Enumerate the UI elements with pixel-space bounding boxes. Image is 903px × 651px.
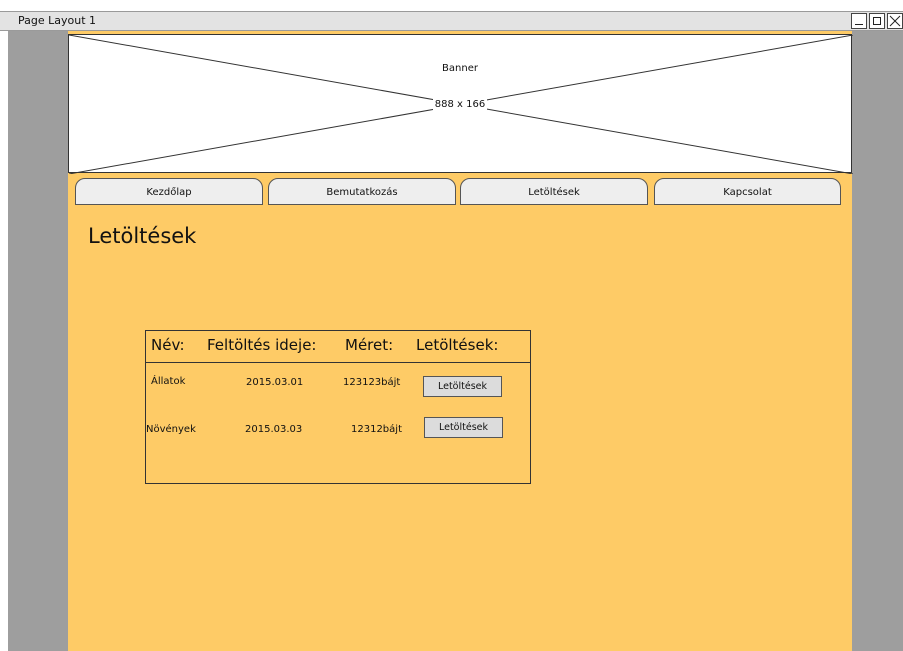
- header-upload-date: Feltöltés ideje:: [207, 336, 317, 354]
- page-title: Letöltések: [88, 224, 197, 248]
- row-size: 12312bájt: [351, 424, 402, 435]
- maximize-button[interactable]: [869, 13, 885, 29]
- banner-size-text: 888 x 166: [432, 99, 488, 110]
- tab-letoltesek[interactable]: Letöltések: [460, 178, 648, 205]
- window-controls: [849, 13, 903, 29]
- banner-label: Banner: [442, 63, 478, 74]
- downloads-table: Név: Feltöltés ideje: Méret: Letöltések:…: [145, 330, 531, 484]
- tab-bemutatkozas[interactable]: Bemutatkozás: [268, 178, 456, 205]
- header-name: Név:: [151, 336, 185, 354]
- close-icon: [889, 15, 901, 27]
- window-titlebar: Page Layout 1: [0, 11, 903, 31]
- tab-kezdolap[interactable]: Kezdőlap: [75, 178, 263, 205]
- row-name: Állatok: [151, 376, 186, 387]
- download-button[interactable]: Letöltések: [423, 376, 502, 397]
- header-size: Méret:: [345, 336, 394, 354]
- banner-size-label: 888 x 166: [69, 99, 851, 110]
- minimize-button[interactable]: [851, 13, 867, 29]
- row-date: 2015.03.03: [245, 424, 303, 435]
- close-button[interactable]: [887, 13, 903, 29]
- tab-kapcsolat[interactable]: Kapcsolat: [654, 178, 841, 205]
- table-header: Név: Feltöltés ideje: Méret: Letöltések:: [146, 331, 530, 363]
- download-button[interactable]: Letöltések: [424, 417, 503, 438]
- row-size: 123123bájt: [343, 377, 401, 388]
- row-date: 2015.03.01: [246, 377, 304, 388]
- row-name: Növények: [146, 424, 196, 435]
- window-title: Page Layout 1: [18, 14, 97, 27]
- banner-placeholder: Banner 888 x 166: [68, 34, 853, 174]
- header-downloads: Letöltések:: [416, 336, 499, 354]
